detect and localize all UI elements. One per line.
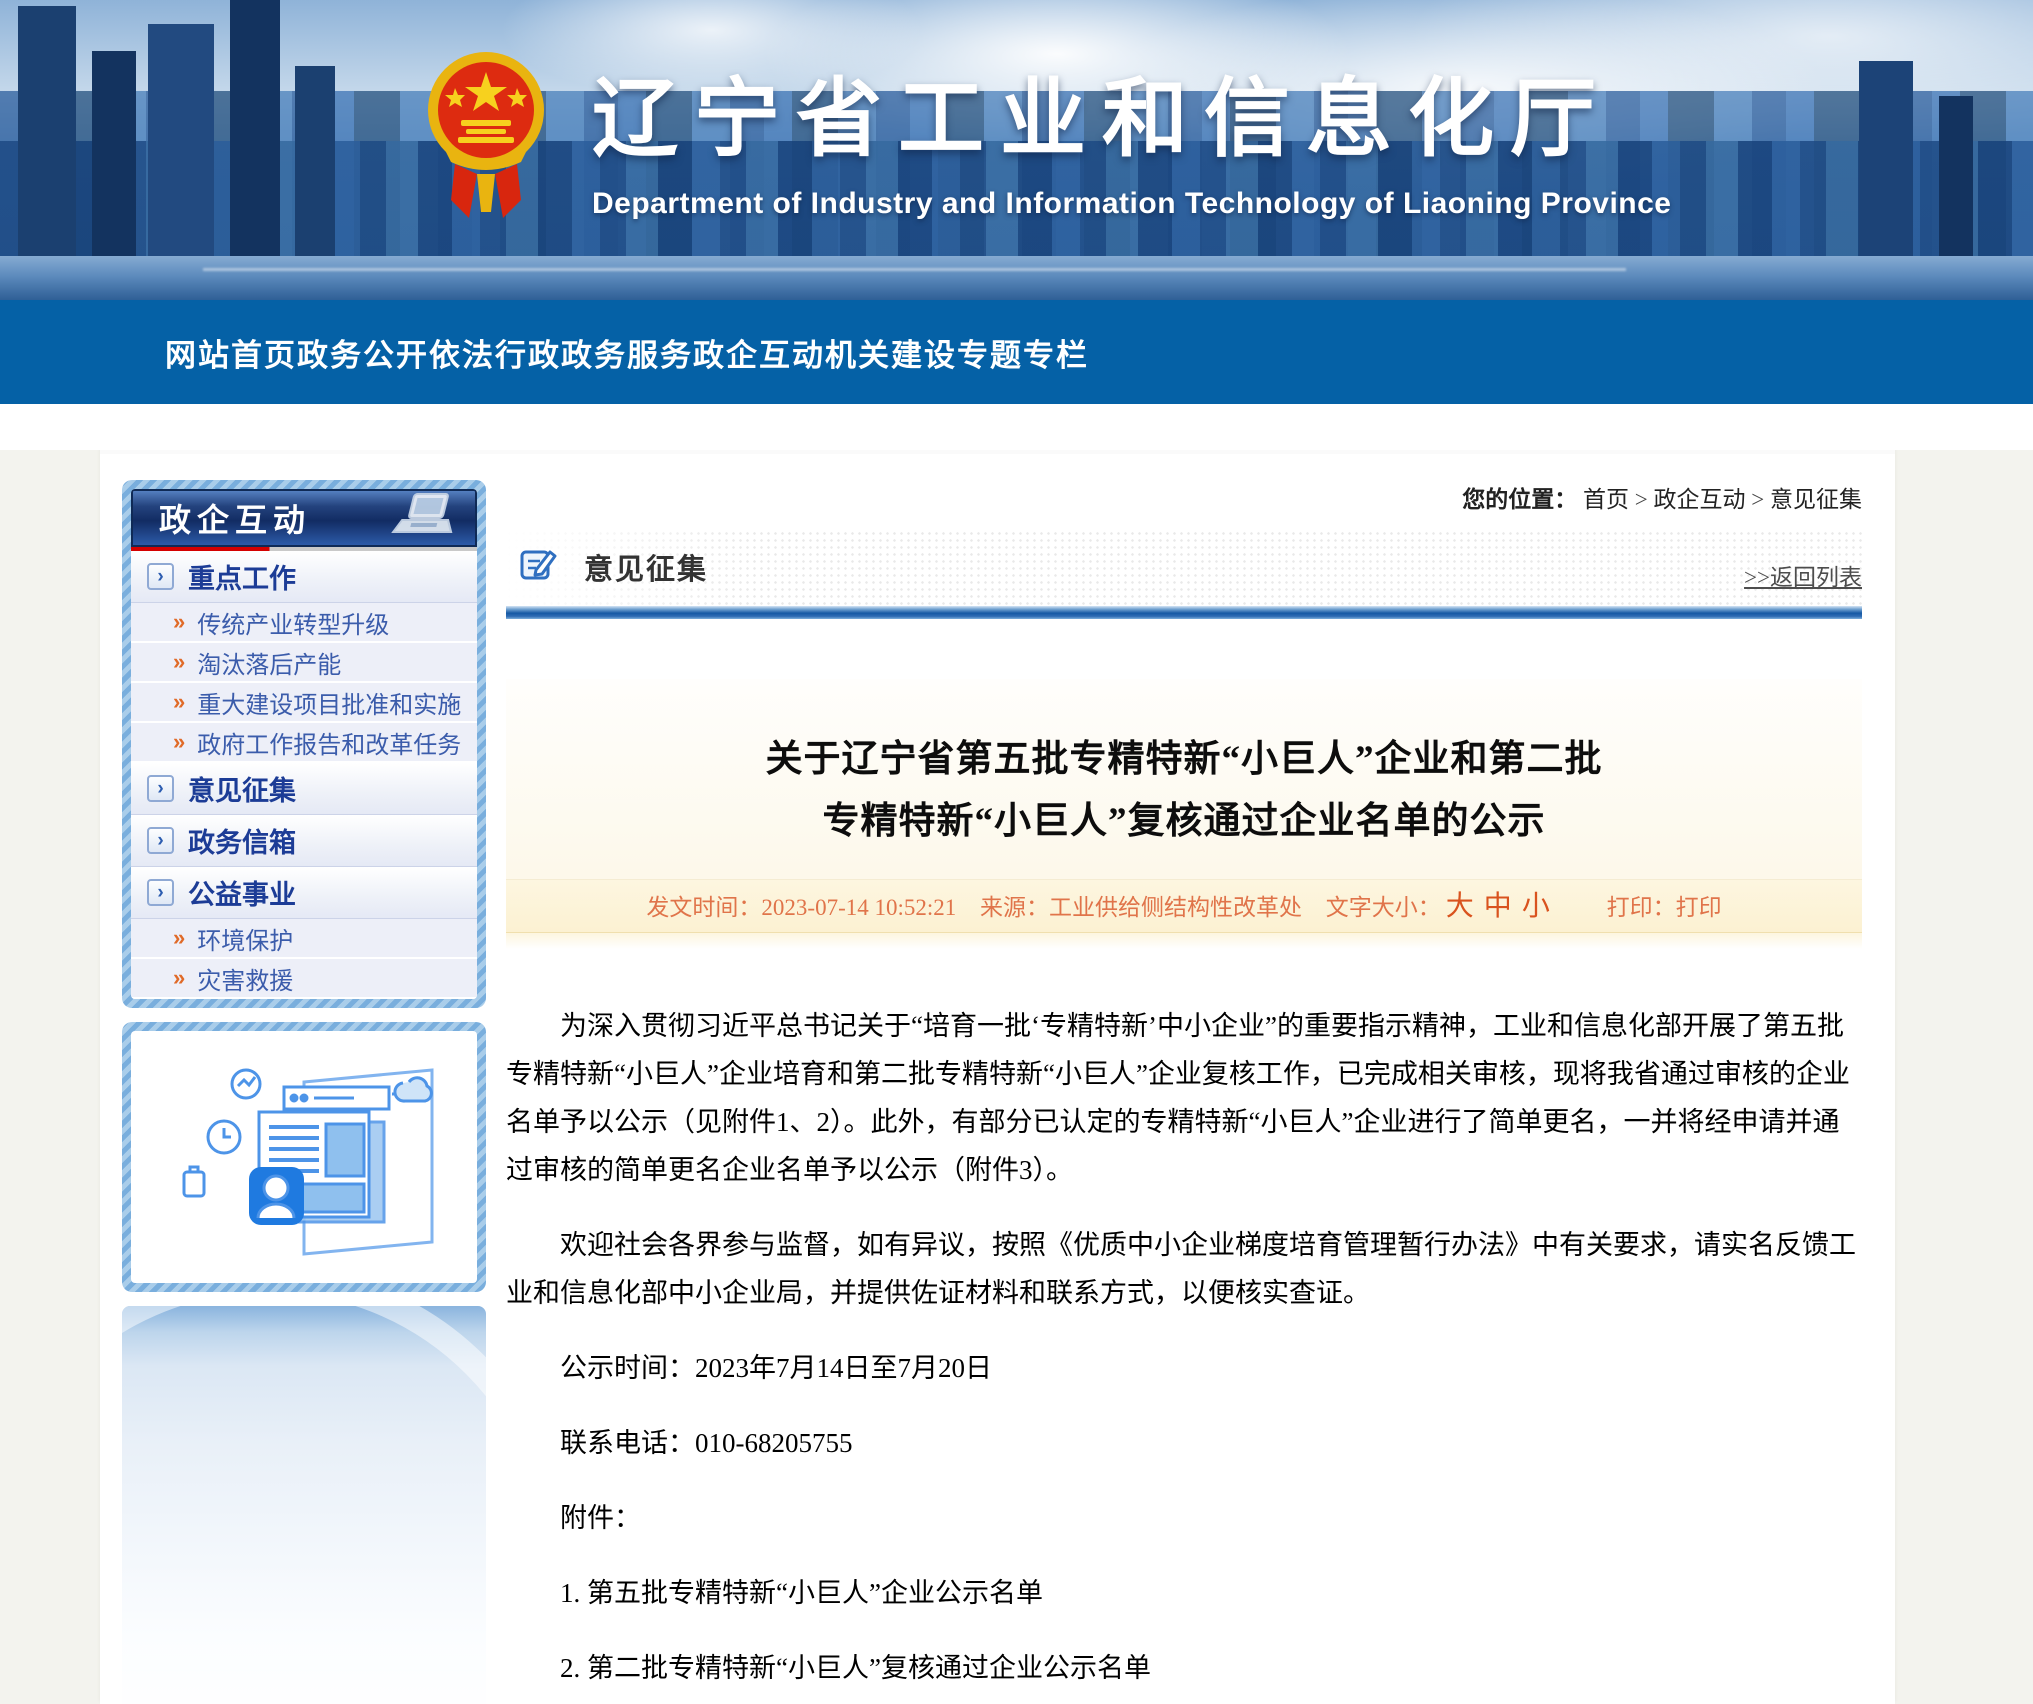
double-arrow-icon: » — [173, 649, 185, 675]
edit-note-icon — [518, 544, 558, 589]
city-tower — [295, 66, 335, 256]
breadcrumb-link[interactable]: 首页 — [1583, 487, 1653, 512]
nav-item[interactable]: 政务服务 — [561, 338, 693, 373]
article-title-line1: 关于辽宁省第五批专精特新“小巨人”企业和第二批 — [506, 729, 1862, 791]
laptop-icon — [389, 492, 463, 545]
waterfront — [0, 256, 2033, 300]
nav-item[interactable]: 政企互动 — [693, 338, 825, 373]
breadcrumb-link[interactable]: 意见征集 — [1770, 487, 1862, 512]
section-header: 意见征集 >>返回列表 — [506, 530, 1862, 606]
double-arrow-icon: » — [173, 925, 185, 951]
nav-item[interactable]: 依法行政 — [429, 338, 561, 373]
body-paragraph: 欢迎社会各界参与监督，如有异议，按照《优质中小企业梯度培育管理暂行办法》中有关要… — [506, 1221, 1862, 1317]
attachment-link[interactable]: 2. 第二批专精特新“小巨人”复核通过企业公示名单 — [506, 1644, 1862, 1692]
city-tower — [1859, 61, 1913, 256]
sidebar-menu-item[interactable]: › » 重点工作 — [131, 551, 477, 603]
sidebar-gradient-panel — [122, 1306, 486, 1704]
sidebar-menu-item[interactable]: › » 环境保护 — [131, 919, 477, 959]
breadcrumb-link[interactable]: 政企互动 — [1654, 487, 1770, 512]
chevron-right-icon: › — [147, 563, 174, 590]
site-subtitle-en: Department of Industry and Information T… — [592, 187, 1672, 221]
sidebar-illustration-box — [122, 1022, 486, 1292]
double-arrow-icon: » — [173, 609, 185, 635]
double-arrow-icon: » — [173, 965, 185, 991]
site-banner: 辽宁省工业和信息化厅 Department of Industry and In… — [0, 0, 2033, 300]
content-wrapper: 政企互动 — [100, 450, 1895, 1704]
city-tower — [18, 6, 76, 256]
double-arrow-icon: » — [173, 729, 185, 755]
back-to-list-link[interactable]: >>返回列表 — [1744, 558, 1862, 592]
chevron-right-icon: › — [147, 775, 174, 802]
sidebar-menu-item[interactable]: › » 政务信箱 — [131, 815, 477, 867]
sidebar-menu: › » 重点工作 › » 传统产业转型升级 › » 淘汰落后产能 › — [131, 551, 477, 999]
publish-time: 2023-07-14 10:52:21 — [761, 895, 956, 920]
interaction-illustration — [131, 1031, 477, 1283]
sidebar-menu-box: 政企互动 — [122, 480, 486, 1008]
nav-item[interactable]: 网站首页 — [165, 338, 297, 373]
breadcrumb-label: 您的位置： — [1462, 487, 1577, 512]
national-emblem-icon — [425, 42, 547, 233]
article-body: 为深入贯彻习近平总书记关于“培育一批‘专精特新’中小企业”的重要指示精神，工业和… — [506, 949, 1862, 1704]
sidebar-menu-item[interactable]: › » 淘汰落后产能 — [131, 643, 477, 683]
sidebar-title: 政企互动 — [159, 495, 311, 541]
breadcrumb: 您的位置： 首页政企互动意见征集 — [506, 480, 1862, 514]
article-title-block: 关于辽宁省第五批专精特新“小巨人”企业和第二批 专精特新“小巨人”复核通过企业名… — [506, 679, 1862, 933]
main-content: 您的位置： 首页政企互动意见征集 意见征集 >>返回列表 — [486, 454, 1895, 1704]
sidebar-menu-item[interactable]: › » 政府工作报告和改革任务 — [131, 723, 477, 763]
meta-fade — [506, 933, 1862, 949]
publish-time-label: 发文时间： — [646, 895, 761, 920]
fontsize-label: 文字大小： — [1326, 895, 1441, 920]
city-tower — [230, 0, 280, 256]
body-paragraph: 附件： — [506, 1494, 1862, 1542]
body-paragraph: 为深入贯彻习近平总书记关于“培育一批‘专精特新’中小企业”的重要指示精神，工业和… — [506, 1002, 1862, 1194]
top-navigation: 网站首页政务公开依法行政政务服务政企互动机关建设专题专栏 — [0, 300, 2033, 404]
font-medium-button[interactable]: 中 — [1484, 891, 1512, 922]
double-arrow-icon: » — [173, 689, 185, 715]
source-value: 工业供给侧结构性改革处 — [1049, 895, 1302, 920]
sidebar-menu-item[interactable]: › » 意见征集 — [131, 763, 477, 815]
spacer-band — [0, 404, 2033, 450]
body-paragraph: 联系电话：010-68205755 — [506, 1419, 1862, 1467]
font-small-button[interactable]: 小 — [1522, 891, 1550, 922]
city-tower — [148, 24, 214, 256]
print-label: 打印： — [1607, 895, 1676, 920]
section-divider-bar — [506, 606, 1862, 619]
print-button[interactable]: 打印 — [1676, 895, 1722, 920]
sidebar: 政企互动 — [122, 480, 486, 1704]
article: 关于辽宁省第五批专精特新“小巨人”企业和第二批 专精特新“小巨人”复核通过企业名… — [506, 679, 1862, 1704]
source-label: 来源： — [980, 895, 1049, 920]
city-tower — [92, 51, 136, 256]
sidebar-header: 政企互动 — [131, 489, 477, 547]
attachment-link[interactable]: 1. 第五批专精特新“小巨人”企业公示名单 — [506, 1569, 1862, 1617]
nav-item[interactable]: 政务公开 — [297, 338, 429, 373]
city-tower — [1939, 96, 1973, 256]
nav-item[interactable]: 机关建设 — [825, 338, 957, 373]
sidebar-menu-item[interactable]: › » 传统产业转型升级 — [131, 603, 477, 643]
site-title: 辽宁省工业和信息化厅 — [592, 48, 1672, 173]
page-background: 政企互动 — [0, 450, 2033, 1704]
chevron-right-icon: › — [147, 827, 174, 854]
chevron-right-icon: › — [147, 879, 174, 906]
article-title-line2: 专精特新“小巨人”复核通过企业名单的公示 — [506, 791, 1862, 853]
sidebar-menu-item[interactable]: › » 重大建设项目批准和实施 — [131, 683, 477, 723]
sidebar-menu-item[interactable]: › » 公益事业 — [131, 867, 477, 919]
section-title: 意见征集 — [584, 546, 708, 588]
article-meta: 发文时间：2023-07-14 10:52:21 来源：工业供给侧结构性改革处 … — [506, 879, 1862, 933]
font-large-button[interactable]: 大 — [1446, 891, 1474, 922]
nav-item[interactable]: 专题专栏 — [957, 338, 1089, 373]
sidebar-menu-item[interactable]: › » 灾害救援 — [131, 959, 477, 999]
body-paragraph: 公示时间：2023年7月14日至7月20日 — [506, 1344, 1862, 1392]
